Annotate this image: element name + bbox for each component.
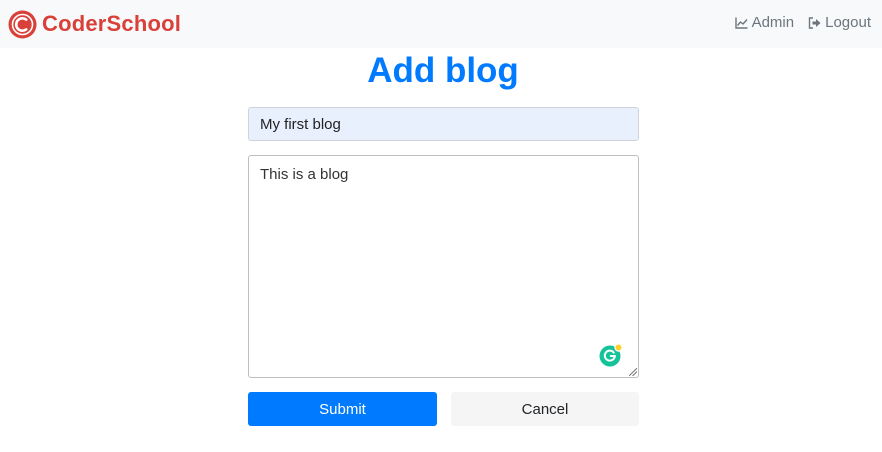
nav-links: Admin Logout [734,14,871,31]
admin-link[interactable]: Admin [734,14,795,31]
sign-out-icon [808,16,821,29]
page-title: Add blog [367,51,519,90]
resize-handle-icon[interactable] [629,368,637,376]
blog-content-field: This is a blog [248,155,639,378]
grammarly-icon[interactable] [599,343,623,367]
blog-title-input[interactable] [248,107,639,141]
chart-line-icon [734,17,748,29]
logout-link-label: Logout [825,14,871,31]
blog-content-textarea[interactable]: This is a blog [248,155,639,378]
brand-link[interactable]: CoderSchool [8,9,181,39]
coderschool-logo-icon [8,10,37,38]
cancel-button[interactable]: Cancel [451,392,639,426]
logout-link[interactable]: Logout [808,14,871,31]
submit-button[interactable]: Submit [248,392,437,426]
brand-name: CoderSchool [42,11,182,36]
admin-link-label: Admin [751,14,795,31]
navbar: CoderSchool Admin Logout [0,0,882,48]
